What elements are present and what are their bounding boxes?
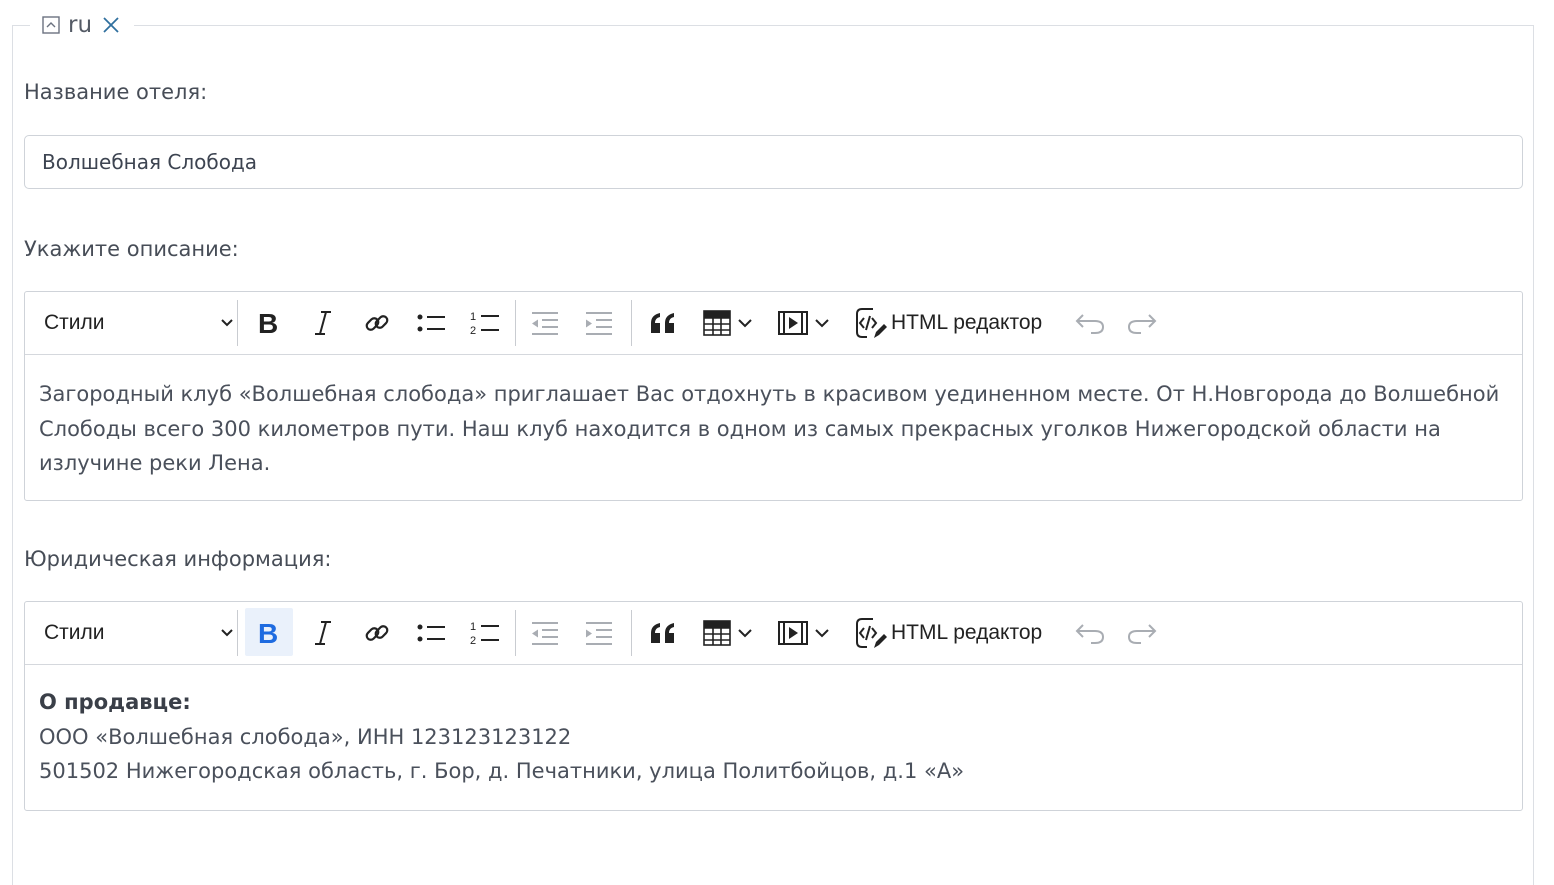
- seller-company-line: ООО «Волшебная слобода», ИНН 12312312312…: [39, 724, 572, 749]
- undo-button: [1065, 292, 1115, 354]
- italic-button[interactable]: [297, 292, 349, 354]
- legal-info-label: Юридическая информация:: [24, 547, 332, 571]
- toolbar-separator: [631, 300, 632, 346]
- chevron-down-icon: [815, 319, 829, 328]
- bullet-list-button[interactable]: [405, 602, 457, 664]
- link-button[interactable]: [351, 292, 403, 354]
- link-icon: [365, 625, 389, 641]
- description-paragraph: Загородный клуб «Волшебная слобода» приг…: [39, 382, 1500, 475]
- undo-icon: [1075, 314, 1105, 334]
- seller-heading: О продавце:: [39, 690, 191, 714]
- hotel-name-label: Название отеля:: [24, 80, 208, 104]
- html-editor-label: HTML редактор: [891, 621, 1043, 644]
- toolbar-separator: [515, 300, 516, 346]
- fieldset-legend: ru: [30, 6, 135, 44]
- media-button[interactable]: [773, 602, 837, 664]
- table-icon: [703, 620, 731, 646]
- styles-dropdown[interactable]: Стили: [25, 292, 235, 354]
- bold-button[interactable]: B: [243, 602, 295, 664]
- editor-toolbar: Стили B 12 HTML редактор: [25, 602, 1522, 665]
- blockquote-button[interactable]: [635, 292, 691, 354]
- styles-dropdown-label: Стили: [44, 621, 105, 644]
- html-editor-label: HTML редактор: [891, 311, 1043, 334]
- undo-button: [1065, 602, 1115, 664]
- numbered-list-icon: 12: [470, 311, 499, 337]
- chevron-down-icon: [738, 629, 752, 638]
- svg-text:B: B: [258, 309, 278, 337]
- toolbar-separator: [515, 610, 516, 656]
- svg-text:1: 1: [470, 621, 476, 633]
- bullet-list-button[interactable]: [405, 292, 457, 354]
- styles-dropdown-label: Стили: [44, 311, 105, 334]
- undo-icon: [1075, 624, 1105, 644]
- toolbar-separator: [237, 610, 238, 656]
- chevron-down-icon: [815, 629, 829, 638]
- table-button[interactable]: [697, 292, 761, 354]
- svg-text:2: 2: [470, 325, 476, 337]
- italic-icon: [315, 311, 331, 335]
- indent-icon: [586, 622, 612, 645]
- chevron-down-icon: [738, 319, 752, 328]
- close-icon[interactable]: [100, 14, 122, 36]
- outdent-icon: [532, 312, 558, 335]
- editor-toolbar: Стили B 12 HTML редактор: [25, 292, 1522, 355]
- toolbar-separator: [631, 610, 632, 656]
- quote-icon: [651, 623, 674, 643]
- table-button[interactable]: [697, 602, 761, 664]
- link-icon: [365, 315, 389, 331]
- collapse-icon[interactable]: [42, 16, 60, 34]
- legal-info-editor: Стили B 12 HTML редактор О продавце: ООО…: [24, 601, 1523, 811]
- description-label: Укажите описание:: [24, 237, 239, 261]
- redo-button: [1117, 292, 1167, 354]
- description-content[interactable]: Загородный клуб «Волшебная слобода» приг…: [25, 355, 1522, 500]
- redo-button: [1117, 602, 1167, 664]
- toolbar-separator: [237, 300, 238, 346]
- description-editor: Стили B 12 HTML редактор Загородный клуб…: [24, 291, 1523, 501]
- language-code: ru: [68, 11, 93, 38]
- svg-text:1: 1: [470, 311, 476, 323]
- media-button[interactable]: [773, 292, 837, 354]
- numbered-list-button[interactable]: 12: [459, 292, 511, 354]
- bullet-list-icon: [417, 624, 445, 642]
- html-editor-button[interactable]: HTML редактор: [853, 602, 1049, 664]
- outdent-button: [519, 602, 571, 664]
- code-edit-icon: [856, 308, 887, 338]
- bold-icon: B: [258, 619, 278, 647]
- blockquote-button[interactable]: [635, 602, 691, 664]
- chevron-down-icon: [221, 319, 233, 327]
- indent-button: [573, 602, 625, 664]
- redo-icon: [1127, 314, 1157, 334]
- table-icon: [703, 310, 731, 336]
- quote-icon: [651, 313, 674, 333]
- styles-dropdown[interactable]: Стили: [25, 602, 235, 664]
- media-icon: [778, 621, 808, 645]
- italic-button[interactable]: [297, 602, 349, 664]
- code-edit-icon: [856, 618, 887, 648]
- indent-icon: [586, 312, 612, 335]
- chevron-down-icon: [221, 629, 233, 637]
- redo-icon: [1127, 624, 1157, 644]
- svg-text:2: 2: [470, 635, 476, 647]
- seller-address-line: 501502 Нижегородская область, г. Бор, д.…: [39, 759, 965, 783]
- bold-icon: B: [258, 309, 278, 337]
- italic-icon: [315, 621, 331, 645]
- link-button[interactable]: [351, 602, 403, 664]
- svg-text:B: B: [258, 619, 278, 647]
- bold-button[interactable]: B: [243, 292, 295, 354]
- hotel-name-input[interactable]: [24, 135, 1523, 189]
- numbered-list-icon: 12: [470, 621, 499, 647]
- outdent-button: [519, 292, 571, 354]
- numbered-list-button[interactable]: 12: [459, 602, 511, 664]
- legal-info-content[interactable]: О продавце: ООО «Волшебная слобода», ИНН…: [25, 665, 1522, 810]
- media-icon: [778, 311, 808, 335]
- html-editor-button[interactable]: HTML редактор: [853, 292, 1049, 354]
- outdent-icon: [532, 622, 558, 645]
- indent-button: [573, 292, 625, 354]
- bullet-list-icon: [417, 314, 445, 332]
